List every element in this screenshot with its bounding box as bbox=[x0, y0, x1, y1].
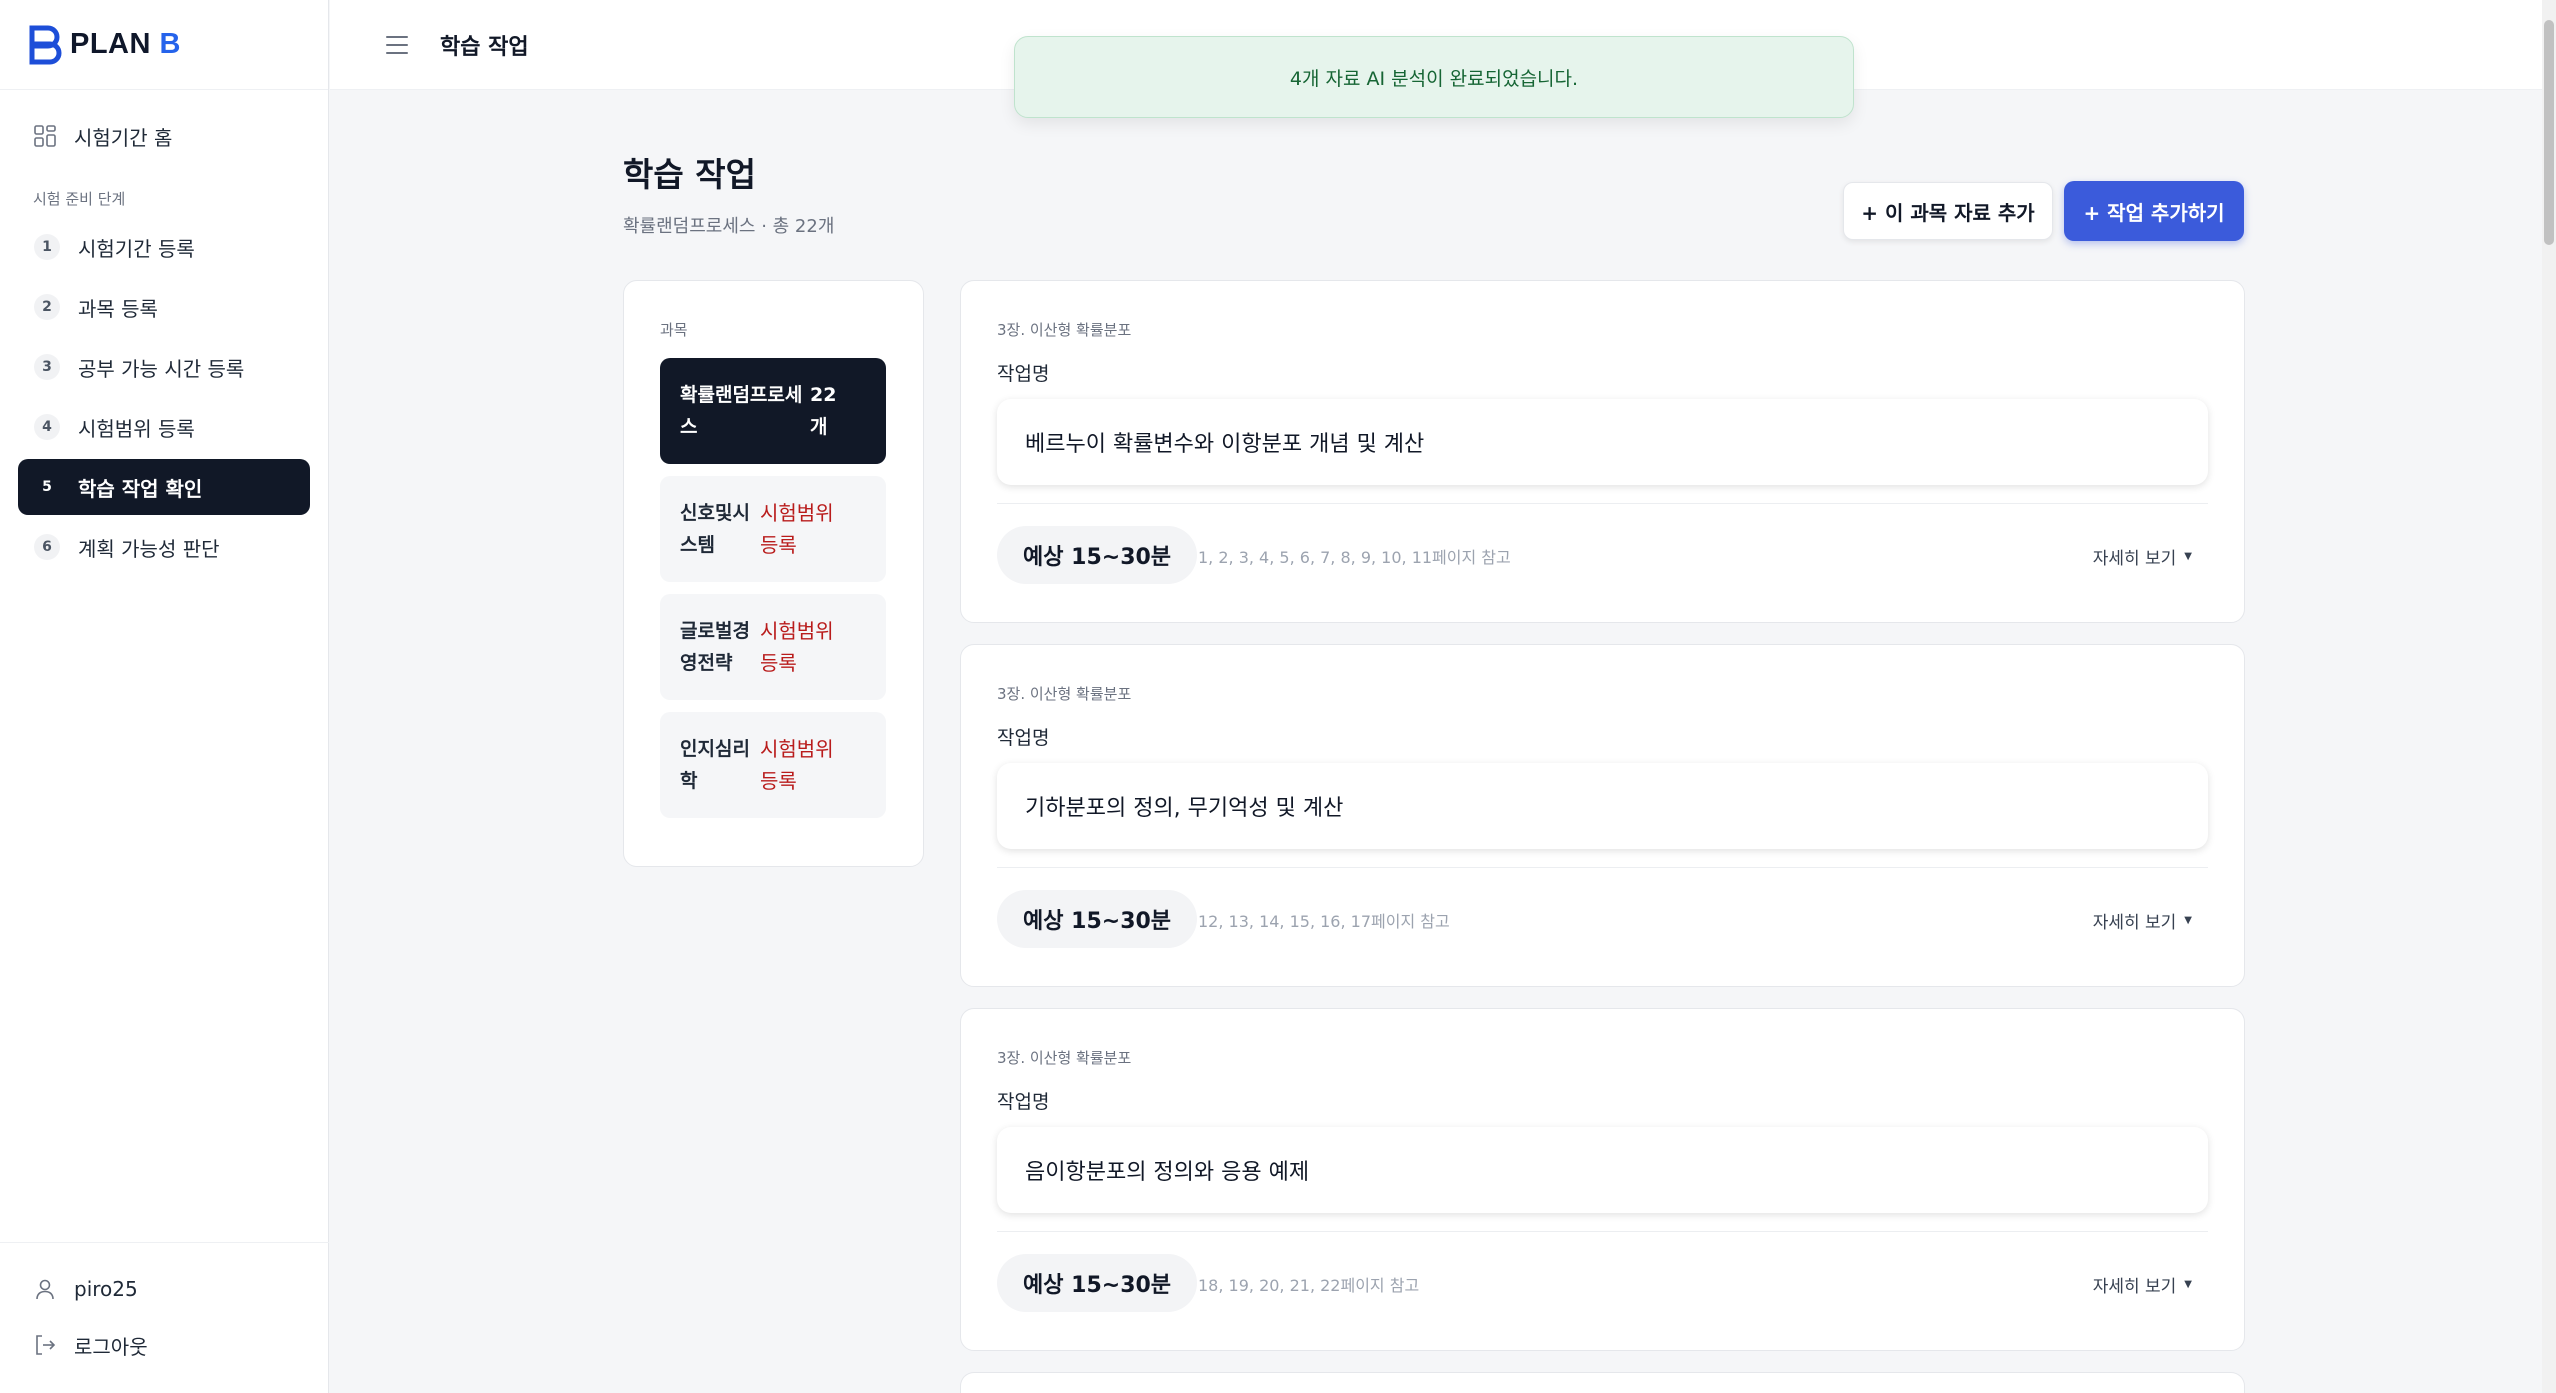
add-task-button[interactable]: + 작업 추가하기 bbox=[2064, 181, 2244, 241]
task-time-badge: 예상 15~30분 bbox=[997, 526, 1198, 584]
task-card: 3장. 이산형 확률분포 작업명 기하분포의 정의, 무기억성 및 계산 예상 … bbox=[960, 644, 2245, 987]
detail-toggle[interactable]: 자세히 보기 ▼ bbox=[2093, 908, 2192, 933]
grid-icon bbox=[34, 125, 56, 147]
step-number: 6 bbox=[34, 534, 60, 560]
detail-label: 자세히 보기 bbox=[2092, 1277, 2177, 1297]
step-label: 시험범위 등록 bbox=[78, 416, 195, 441]
step-6[interactable]: 6 계획 가능성 판단 bbox=[18, 519, 310, 575]
subject-name: 글로벌경영전략 bbox=[680, 620, 750, 674]
task-name-field[interactable]: 베르누이 확률변수와 이항분포 개념 및 계산 bbox=[997, 399, 2208, 485]
step-label: 과목 등록 bbox=[78, 296, 158, 321]
caret-down-icon: ▼ bbox=[2184, 1279, 2192, 1290]
detail-label: 자세히 보기 bbox=[2092, 549, 2177, 569]
subject-item[interactable]: 인지심리학 시험범위 등록 bbox=[660, 712, 886, 818]
task-time-badge: 예상 15~30분 bbox=[997, 1254, 1198, 1312]
subject-task-count: 22개 bbox=[810, 384, 837, 438]
detail-toggle[interactable]: 자세히 보기 ▼ bbox=[2093, 544, 2192, 569]
task-card-partial bbox=[960, 1372, 2245, 1393]
nav-home[interactable]: 시험기간 홈 bbox=[18, 106, 310, 166]
step-label: 시험기간 등록 bbox=[78, 236, 195, 261]
divider bbox=[997, 503, 2208, 504]
page-title: 학습 작업 bbox=[623, 155, 756, 194]
step-5-active[interactable]: 5 학습 작업 확인 bbox=[18, 459, 310, 515]
subject-item-active[interactable]: 확률랜덤프로세스 22개 bbox=[660, 358, 886, 464]
success-toast: 4개 자료 AI 분석이 완료되었습니다. bbox=[1014, 36, 1854, 118]
step-1[interactable]: 1 시험기간 등록 bbox=[18, 219, 310, 275]
logout-button[interactable]: 로그아웃 bbox=[0, 1317, 329, 1373]
logo[interactable]: PLAN B bbox=[0, 0, 328, 90]
scrollbar[interactable] bbox=[2542, 0, 2556, 1393]
task-chapter: 3장. 이산형 확률분포 bbox=[997, 1049, 1132, 1067]
task-name-label: 작업명 bbox=[997, 363, 1050, 385]
task-name-field[interactable]: 기하분포의 정의, 무기억성 및 계산 bbox=[997, 763, 2208, 849]
detail-toggle[interactable]: 자세히 보기 ▼ bbox=[2093, 1272, 2192, 1297]
step-number: 1 bbox=[34, 234, 60, 260]
task-name-field[interactable]: 음이항분포의 정의와 응용 예제 bbox=[997, 1127, 2208, 1213]
nav-home-label: 시험기간 홈 bbox=[74, 125, 173, 150]
task-name-label: 작업명 bbox=[997, 1091, 1050, 1113]
logo-text: PLAN B bbox=[70, 28, 181, 60]
caret-down-icon: ▼ bbox=[2184, 551, 2192, 562]
step-label: 공부 가능 시간 등록 bbox=[78, 356, 245, 381]
divider bbox=[997, 1231, 2208, 1232]
subject-status: 시험범위 등록 bbox=[760, 501, 834, 557]
step-2[interactable]: 2 과목 등록 bbox=[18, 279, 310, 335]
sidebar-bottom: piro25 로그아웃 bbox=[0, 1242, 329, 1393]
subject-panel-label: 과목 bbox=[660, 321, 688, 339]
step-label: 학습 작업 확인 bbox=[78, 476, 203, 501]
page-subtitle: 확률랜덤프로세스 · 총 22개 bbox=[623, 216, 835, 237]
step-number: 2 bbox=[34, 294, 60, 320]
caret-down-icon: ▼ bbox=[2184, 915, 2192, 926]
task-card: 3장. 이산형 확률분포 작업명 베르누이 확률변수와 이항분포 개념 및 계산… bbox=[960, 280, 2245, 623]
step-label: 계획 가능성 판단 bbox=[78, 536, 220, 561]
task-name-label: 작업명 bbox=[997, 727, 1050, 749]
subject-item[interactable]: 신호및시스템 시험범위 등록 bbox=[660, 476, 886, 582]
subject-name: 인지심리학 bbox=[680, 738, 750, 792]
detail-label: 자세히 보기 bbox=[2092, 913, 2177, 933]
task-chapter: 3장. 이산형 확률분포 bbox=[997, 685, 1132, 703]
step-number: 4 bbox=[34, 414, 60, 440]
scrollbar-thumb[interactable] bbox=[2544, 20, 2554, 245]
section-label: 시험 준비 단계 bbox=[33, 190, 126, 208]
subject-item[interactable]: 글로벌경영전략 시험범위 등록 bbox=[660, 594, 886, 700]
task-pages: 18, 19, 20, 21, 22페이지 참고 bbox=[1198, 1276, 1420, 1295]
step-4[interactable]: 4 시험범위 등록 bbox=[18, 399, 310, 455]
task-chapter: 3장. 이산형 확률분포 bbox=[997, 321, 1132, 339]
task-pages: 1, 2, 3, 4, 5, 6, 7, 8, 9, 10, 11페이지 참고 bbox=[1198, 548, 1511, 567]
menu-icon[interactable] bbox=[386, 35, 408, 54]
task-card: 3장. 이산형 확률분포 작업명 음이항분포의 정의와 응용 예제 예상 15~… bbox=[960, 1008, 2245, 1351]
topbar-title: 학습 작업 bbox=[440, 34, 529, 60]
step-3[interactable]: 3 공부 가능 시간 등록 bbox=[18, 339, 310, 395]
subject-panel: 과목 확률랜덤프로세스 22개 신호및시스템 시험범위 등록 글로벌경영전략 시… bbox=[623, 280, 924, 867]
subject-name: 신호및시스템 bbox=[680, 502, 750, 556]
username: piro25 bbox=[74, 1277, 138, 1301]
step-number: 5 bbox=[42, 479, 52, 495]
add-material-button[interactable]: + 이 과목 자료 추가 bbox=[1843, 182, 2053, 240]
task-time-badge: 예상 15~30분 bbox=[997, 890, 1198, 948]
subject-status: 시험범위 등록 bbox=[760, 737, 834, 793]
task-pages: 12, 13, 14, 15, 16, 17페이지 참고 bbox=[1198, 912, 1450, 931]
subject-status: 시험범위 등록 bbox=[760, 619, 834, 675]
logout-label: 로그아웃 bbox=[74, 1334, 148, 1359]
user-profile[interactable]: piro25 bbox=[0, 1261, 329, 1317]
subject-name: 확률랜덤프로세스 bbox=[680, 384, 803, 438]
sidebar: PLAN B 시험기간 홈 시험 준비 단계 1 시험기간 등록 2 과목 등록… bbox=[0, 0, 329, 1393]
logo-mark-icon bbox=[28, 25, 62, 65]
logout-icon bbox=[34, 1334, 56, 1356]
divider bbox=[997, 867, 2208, 868]
step-number: 3 bbox=[34, 354, 60, 380]
user-icon bbox=[34, 1278, 56, 1300]
